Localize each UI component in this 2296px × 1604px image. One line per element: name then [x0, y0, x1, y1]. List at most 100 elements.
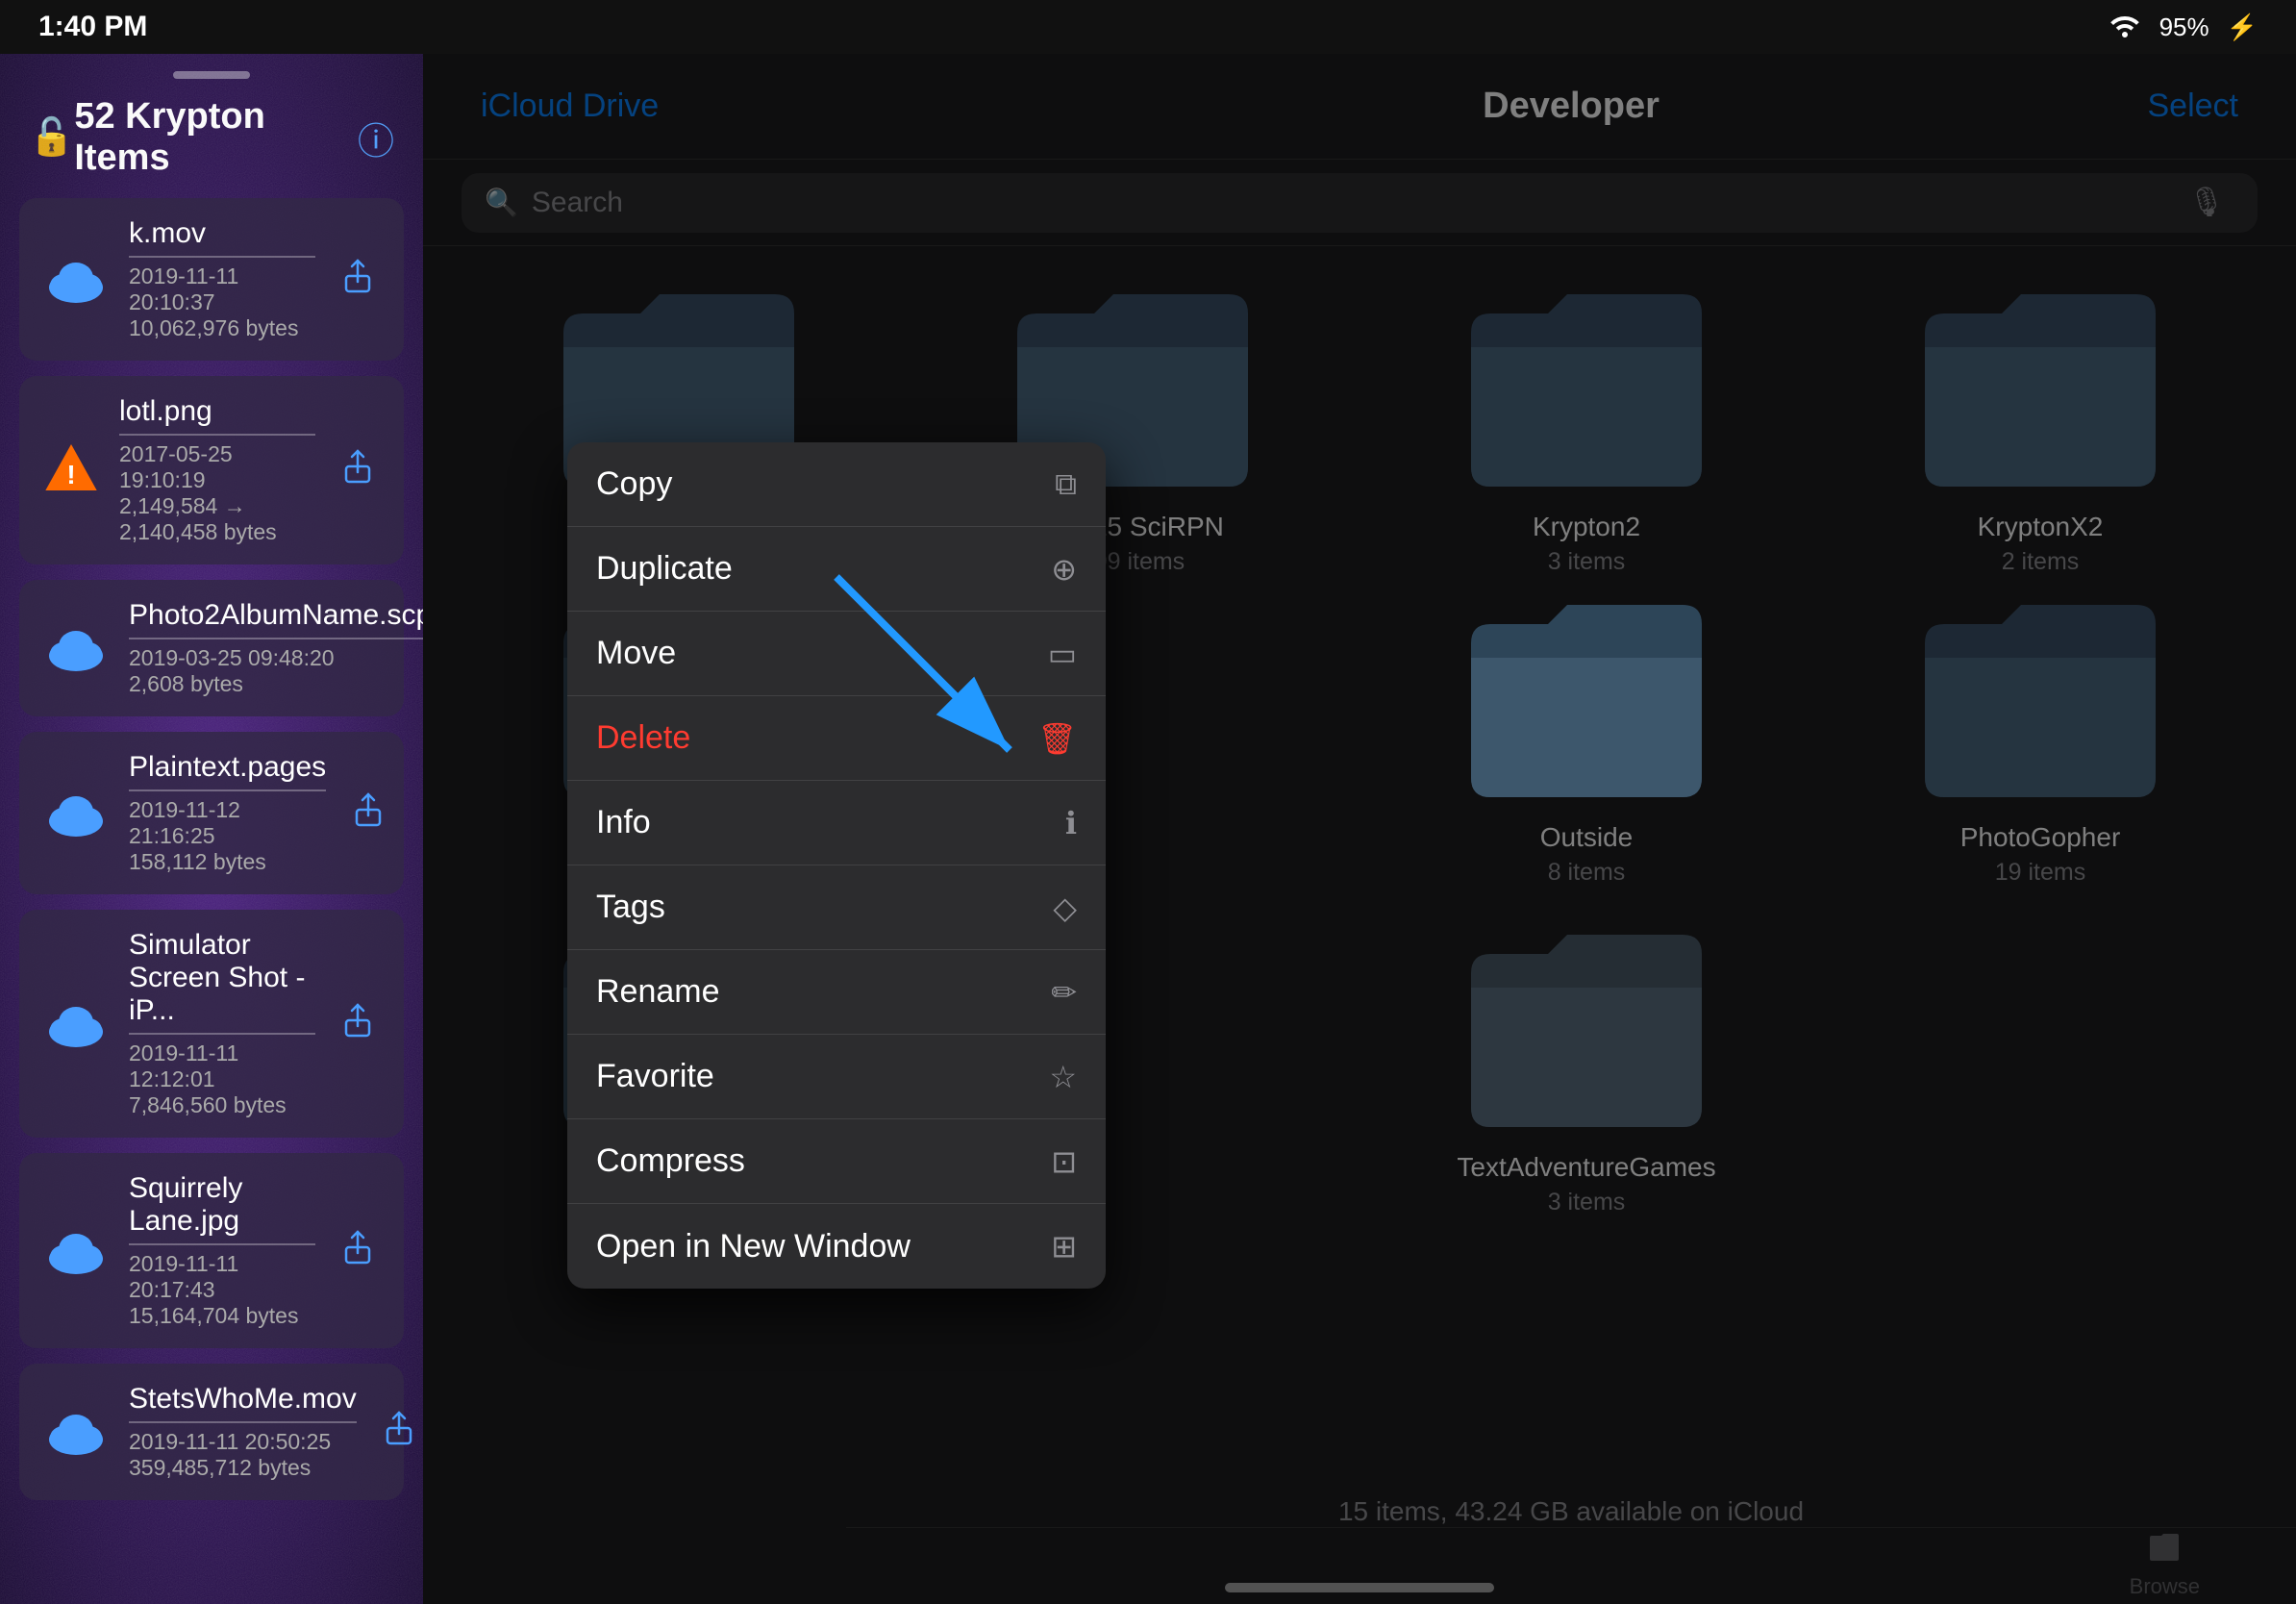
- panel-item-divider: [129, 1243, 315, 1245]
- panel-item-size: 2,608 bytes: [129, 671, 423, 697]
- menu-icon: ⊞: [1051, 1228, 1077, 1265]
- cloud-icon: [42, 1222, 110, 1280]
- status-time: 1:40 PM: [38, 11, 147, 43]
- share-icon[interactable]: [335, 1222, 381, 1280]
- panel-item-size: 158,112 bytes: [129, 849, 326, 875]
- cloud-icon: [42, 785, 110, 842]
- menu-label: Copy: [596, 465, 672, 503]
- menu-label: Open in New Window: [596, 1228, 911, 1266]
- panel-item-info: lotl.png 2017-05-25 19:10:19 2,149,584 →…: [119, 395, 315, 545]
- battery-icon: ⚡: [2227, 13, 2258, 42]
- status-right: 95% ⚡: [2108, 11, 2258, 44]
- panel-item-info: Photo2AlbumName.scpt 2019-03-25 09:48:20…: [129, 599, 423, 697]
- panel-list-item[interactable]: Squirrely Lane.jpg 2019-11-11 20:17:43 1…: [19, 1153, 404, 1348]
- menu-item-favorite[interactable]: Favorite ☆: [567, 1035, 1106, 1119]
- panel-item-name: lotl.png: [119, 395, 315, 428]
- menu-item-rename[interactable]: Rename ✏: [567, 950, 1106, 1035]
- menu-icon: ⧉: [1055, 466, 1077, 503]
- panel-item-date: 2019-11-11 12:12:01: [129, 1040, 315, 1092]
- menu-item-delete[interactable]: Delete 🗑: [567, 696, 1106, 781]
- panel-item-divider: [129, 256, 315, 258]
- panel-list-item[interactable]: k.mov 2019-11-11 20:10:37 10,062,976 byt…: [19, 198, 404, 361]
- menu-label: Delete: [596, 719, 690, 757]
- panel-item-name: k.mov: [129, 217, 315, 250]
- share-icon[interactable]: [335, 441, 381, 499]
- panel-list-item[interactable]: Photo2AlbumName.scpt 2019-03-25 09:48:20…: [19, 580, 404, 716]
- menu-item-info[interactable]: Info ℹ: [567, 781, 1106, 865]
- panel-header: 🔓 52 Krypton Items ⓘ: [0, 96, 423, 198]
- cloud-icon: [42, 995, 110, 1053]
- panel-list-item[interactable]: Simulator Screen Shot - iP... 2019-11-11…: [19, 910, 404, 1138]
- panel-item-size: 2,149,584 → 2,140,458 bytes: [119, 493, 315, 545]
- panel-item-date: 2019-11-11 20:50:25: [129, 1429, 357, 1455]
- battery-level: 95%: [2159, 13, 2209, 42]
- menu-icon: ✏: [1051, 974, 1077, 1011]
- panel-item-size: 15,164,704 bytes: [129, 1303, 315, 1329]
- panel-item-date: 2017-05-25 19:10:19: [119, 441, 315, 493]
- menu-icon: ℹ: [1065, 805, 1077, 841]
- panel-title: 52 Krypton Items: [74, 96, 358, 179]
- panel-item-info: Squirrely Lane.jpg 2019-11-11 20:17:43 1…: [129, 1172, 315, 1329]
- menu-icon: 🗑: [1037, 720, 1077, 757]
- panel-item-divider: [129, 1421, 357, 1423]
- menu-label: Favorite: [596, 1058, 714, 1095]
- wifi-icon: [2108, 11, 2142, 44]
- context-menu: Copy ⧉ Duplicate ⊕ Move ▭ Delete 🗑 Info …: [567, 442, 1106, 1289]
- left-panel: 🔓 52 Krypton Items ⓘ k.mov 2019-11-11 20…: [0, 54, 423, 1604]
- cloud-icon: [42, 1403, 110, 1461]
- panel-item-size: 359,485,712 bytes: [129, 1455, 357, 1481]
- menu-item-duplicate[interactable]: Duplicate ⊕: [567, 527, 1106, 612]
- svg-text:!: !: [66, 460, 75, 489]
- panel-item-name: Photo2AlbumName.scpt: [129, 599, 423, 632]
- menu-label: Duplicate: [596, 550, 733, 588]
- menu-label: Tags: [596, 889, 665, 926]
- menu-item-move[interactable]: Move ▭: [567, 612, 1106, 696]
- share-icon[interactable]: [335, 995, 381, 1053]
- panel-item-divider: [129, 789, 326, 791]
- panel-item-info: Simulator Screen Shot - iP... 2019-11-11…: [129, 929, 315, 1118]
- panel-items: k.mov 2019-11-11 20:10:37 10,062,976 byt…: [0, 198, 423, 1604]
- panel-item-divider: [129, 638, 423, 639]
- menu-icon: ⊕: [1051, 551, 1077, 588]
- menu-label: Compress: [596, 1142, 745, 1180]
- panel-item-info: k.mov 2019-11-11 20:10:37 10,062,976 byt…: [129, 217, 315, 341]
- cloud-icon: [42, 619, 110, 677]
- panel-item-name: StetsWhoMe.mov: [129, 1383, 357, 1416]
- panel-item-size: 7,846,560 bytes: [129, 1092, 315, 1118]
- menu-icon: ☆: [1049, 1059, 1077, 1095]
- panel-item-size: 10,062,976 bytes: [129, 315, 315, 341]
- menu-item-open-in-new-window[interactable]: Open in New Window ⊞: [567, 1204, 1106, 1289]
- info-icon[interactable]: ⓘ: [358, 112, 394, 164]
- panel-item-date: 2019-11-11 20:10:37: [129, 263, 315, 315]
- menu-icon: ◇: [1053, 890, 1077, 926]
- warning-icon: !: [42, 441, 100, 499]
- panel-item-divider: [129, 1033, 315, 1035]
- panel-item-info: Plaintext.pages 2019-11-12 21:16:25 158,…: [129, 751, 326, 875]
- menu-label: Move: [596, 635, 676, 672]
- menu-label: Rename: [596, 973, 720, 1011]
- share-icon[interactable]: [376, 1403, 422, 1461]
- panel-list-item[interactable]: Plaintext.pages 2019-11-12 21:16:25 158,…: [19, 732, 404, 894]
- menu-item-copy[interactable]: Copy ⧉: [567, 442, 1106, 527]
- panel-item-divider: [119, 434, 315, 436]
- menu-item-compress[interactable]: Compress ⊡: [567, 1119, 1106, 1204]
- drag-handle[interactable]: [173, 71, 250, 79]
- panel-item-date: 2019-11-12 21:16:25: [129, 797, 326, 849]
- panel-item-date: 2019-03-25 09:48:20: [129, 645, 423, 671]
- share-icon[interactable]: [335, 251, 381, 309]
- menu-icon: ⊡: [1051, 1143, 1077, 1180]
- status-bar: 1:40 PM 95% ⚡: [0, 0, 2296, 54]
- panel-item-name: Squirrely Lane.jpg: [129, 1172, 315, 1238]
- panel-list-item[interactable]: ! lotl.png 2017-05-25 19:10:19 2,149,584…: [19, 376, 404, 564]
- share-icon[interactable]: [345, 785, 391, 842]
- panel-list-item[interactable]: StetsWhoMe.mov 2019-11-11 20:50:25 359,4…: [19, 1364, 404, 1500]
- menu-item-tags[interactable]: Tags ◇: [567, 865, 1106, 950]
- menu-label: Info: [596, 804, 651, 841]
- cloud-icon: [42, 251, 110, 309]
- panel-item-name: Simulator Screen Shot - iP...: [129, 929, 315, 1027]
- panel-item-date: 2019-11-11 20:17:43: [129, 1251, 315, 1303]
- menu-icon: ▭: [1048, 636, 1077, 672]
- panel-item-name: Plaintext.pages: [129, 751, 326, 784]
- lock-icon: 🔓: [29, 116, 74, 159]
- panel-item-info: StetsWhoMe.mov 2019-11-11 20:50:25 359,4…: [129, 1383, 357, 1481]
